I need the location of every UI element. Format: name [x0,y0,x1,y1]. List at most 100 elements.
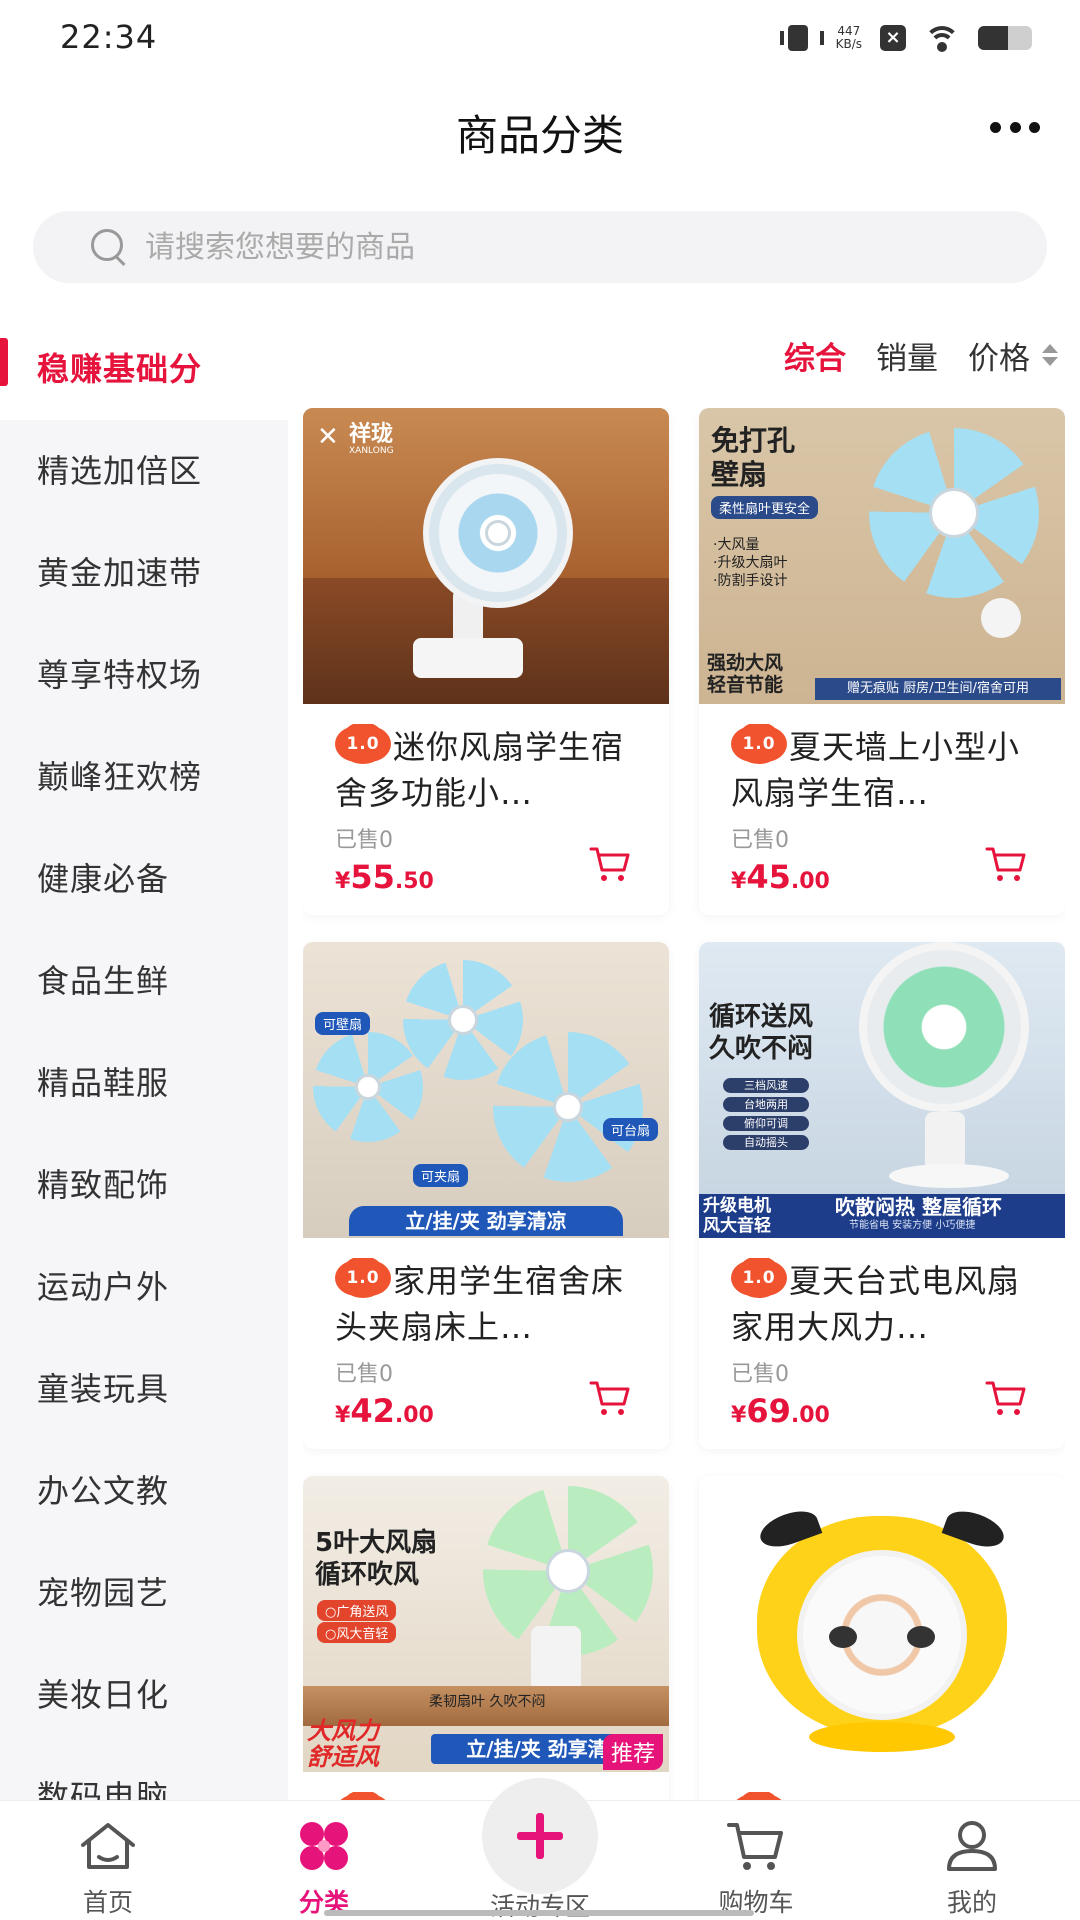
product-image[interactable]: 可壁扇 可台扇 可夹扇 立/挂/夹 劲享清凉 [303,942,669,1238]
image-banner-sub: 节能省电 安装方便 小巧便捷 [849,1220,976,1231]
product-title[interactable] [731,1792,1035,1800]
product-card[interactable]: 5叶大风扇 循环吹风 ○广角送风 ○风大音轻 柔韧扇叶 久吹不闷 大风力 舒适风… [303,1476,669,1800]
tab-cart[interactable]: 购物车 [648,1801,864,1920]
score-badge: 1.0 [731,724,787,764]
sidebar-item-shoes-clothing[interactable]: 精品鞋服 [0,1032,288,1134]
image-corner-text: 轻音节能 [707,674,784,696]
image-tag: 柔性扇叶更安全 [711,496,819,519]
sort-sales[interactable]: 销量 [876,333,938,378]
product-title[interactable]: 1.0 夏天墙上小型小风扇学生宿… [731,724,1035,816]
product-title[interactable]: 1.0 夏天台式电风扇家用大风力… [731,1258,1035,1350]
product-image[interactable]: ✕ 祥珑 XANLONG [303,408,669,704]
sidebar-item-health[interactable]: 健康必备 [0,828,288,930]
sidebar-item-office[interactable]: 办公文教 [0,1440,288,1542]
sidebar-item-food-fresh[interactable]: 食品生鲜 [0,930,288,1032]
image-bullet: ○风大音轻 [317,1622,397,1643]
image-headline: 壁扇 [711,458,768,491]
network-speed-value: 447 [837,24,861,38]
sort-price-label: 价格 [968,340,1030,377]
add-to-cart-icon[interactable] [589,1378,631,1418]
search-input[interactable] [145,229,945,265]
sidebar-item-digital[interactable]: 数码电脑 [0,1746,288,1800]
no-sim-icon: × [880,25,906,51]
image-headline: 循环送风 [709,1002,814,1032]
tab-home[interactable]: 首页 [0,1801,216,1920]
product-title[interactable]: 1.0 家用学生宿舍床头夹扇床上… [335,1258,639,1350]
add-to-cart-icon[interactable] [589,844,631,884]
sidebar-item-gold-accelerate[interactable]: 黄金加速带 [0,522,288,624]
cart-icon [727,1823,783,1870]
tab-profile-label: 我的 [946,1888,997,1917]
tab-category[interactable]: 分类 [216,1801,432,1920]
home-icon [81,1823,135,1869]
product-title[interactable] [335,1792,639,1800]
tab-profile[interactable]: 我的 [864,1801,1080,1920]
product-grid: ✕ 祥珑 XANLONG 1.0 迷你风扇学生宿舍多功能小… 已售0 ¥55.50… [303,408,1065,1800]
image-corner-text: 大风力 [307,1717,379,1745]
status-bar: 22:34 447 KB/s × [0,0,1080,78]
product-price: ¥55.50 [335,858,434,896]
sidebar-item-beauty[interactable]: 美妆日化 [0,1644,288,1746]
search-icon [89,227,129,267]
product-image[interactable]: 免打孔 壁扇 柔性扇叶更安全 ·大风量 ·升级大扇叶 ·防割手设计 强劲大风 轻… [699,408,1065,704]
tab-home-label: 首页 [82,1888,133,1917]
nav-bar: 商品分类 [0,78,1080,182]
status-icons: 447 KB/s × [778,20,1032,56]
network-speed-unit: KB/s [835,37,862,51]
sort-arrows-icon [1042,344,1058,366]
image-banner: 赠无痕贴 厨房/卫生间/宿舍可用 [815,678,1061,700]
image-bullet: ·防割手设计 [713,573,788,589]
image-corner-text: 强劲大风 [707,652,784,674]
image-corner-text: 舒适风 [307,1743,379,1771]
image-banner: 吹散闷热 整屋循环 [835,1195,1002,1219]
sort-price[interactable]: 价格 [968,333,1058,378]
recommend-badge: 推荐 [602,1734,663,1770]
add-to-cart-icon[interactable] [985,1378,1027,1418]
image-bullet: 三档风速 [723,1078,809,1093]
sidebar-item-peak-carnival[interactable]: 巅峰狂欢榜 [0,726,288,828]
image-headline: 免打孔 [711,424,796,457]
score-badge: 1.0 [731,1258,787,1298]
search-bar[interactable] [33,211,1047,283]
product-card[interactable] [699,1476,1065,1800]
battery-icon [978,26,1032,50]
profile-icon [947,1821,997,1871]
product-price: ¥45.00 [731,858,830,896]
image-tag: 可夹扇 [413,1164,469,1187]
category-sidebar[interactable]: 稳赚基础分 精选加倍区 黄金加速带 尊享特权场 巅峰狂欢榜 健康必备 食品生鲜 … [0,318,288,1800]
image-bullet: 自动摇头 [723,1135,809,1150]
sidebar-item-vip-privilege[interactable]: 尊享特权场 [0,624,288,726]
image-sub-text: 柔韧扇叶 久吹不闷 [429,1694,546,1710]
image-corner-text: 风大音轻 [703,1216,771,1236]
product-card[interactable]: ✕ 祥珑 XANLONG 1.0 迷你风扇学生宿舍多功能小… 已售0 ¥55.50 [303,408,669,915]
vibrate-icon [778,23,824,53]
score-badge: 1.0 [335,1258,391,1298]
score-badge: 1.0 [335,724,391,764]
product-price: ¥69.00 [731,1392,830,1430]
product-image[interactable]: 循环送风 久吹不闷 三档风速 台地两用 俯仰可调 自动摇头 升级电机 风大音轻 … [699,942,1065,1238]
score-badge [731,1792,787,1800]
product-price: ¥42.00 [335,1392,434,1430]
sidebar-item-kids-toys[interactable]: 童装玩具 [0,1338,288,1440]
network-speed: 447 KB/s [836,25,862,51]
product-title[interactable]: 1.0 迷你风扇学生宿舍多功能小… [335,724,639,816]
add-to-cart-icon[interactable] [985,844,1027,884]
category-icon [300,1822,348,1870]
more-options-icon[interactable] [990,120,1040,134]
product-image[interactable] [699,1476,1065,1772]
home-indicator [324,1910,754,1916]
sort-bar: 综合 销量 价格 [784,330,1058,380]
activity-plus-button[interactable] [482,1778,598,1894]
product-card[interactable]: 免打孔 壁扇 柔性扇叶更安全 ·大风量 ·升级大扇叶 ·防割手设计 强劲大风 轻… [699,408,1065,915]
product-image[interactable]: 5叶大风扇 循环吹风 ○广角送风 ○风大音轻 柔韧扇叶 久吹不闷 大风力 舒适风… [303,1476,669,1772]
sidebar-item-pets-garden[interactable]: 宠物园艺 [0,1542,288,1644]
sidebar-item-stable-basic[interactable]: 稳赚基础分 [0,318,288,420]
sidebar-item-sports-outdoor[interactable]: 运动户外 [0,1236,288,1338]
sidebar-item-accessories[interactable]: 精致配饰 [0,1134,288,1236]
sort-comprehensive[interactable]: 综合 [784,333,846,378]
product-card[interactable]: 循环送风 久吹不闷 三档风速 台地两用 俯仰可调 自动摇头 升级电机 风大音轻 … [699,942,1065,1449]
sidebar-item-selected-double[interactable]: 精选加倍区 [0,420,288,522]
image-bullet: 台地两用 [723,1097,809,1112]
product-card[interactable]: 可壁扇 可台扇 可夹扇 立/挂/夹 劲享清凉 1.0 家用学生宿舍床头夹扇床上… … [303,942,669,1449]
image-headline: 5叶大风扇 [315,1528,438,1558]
